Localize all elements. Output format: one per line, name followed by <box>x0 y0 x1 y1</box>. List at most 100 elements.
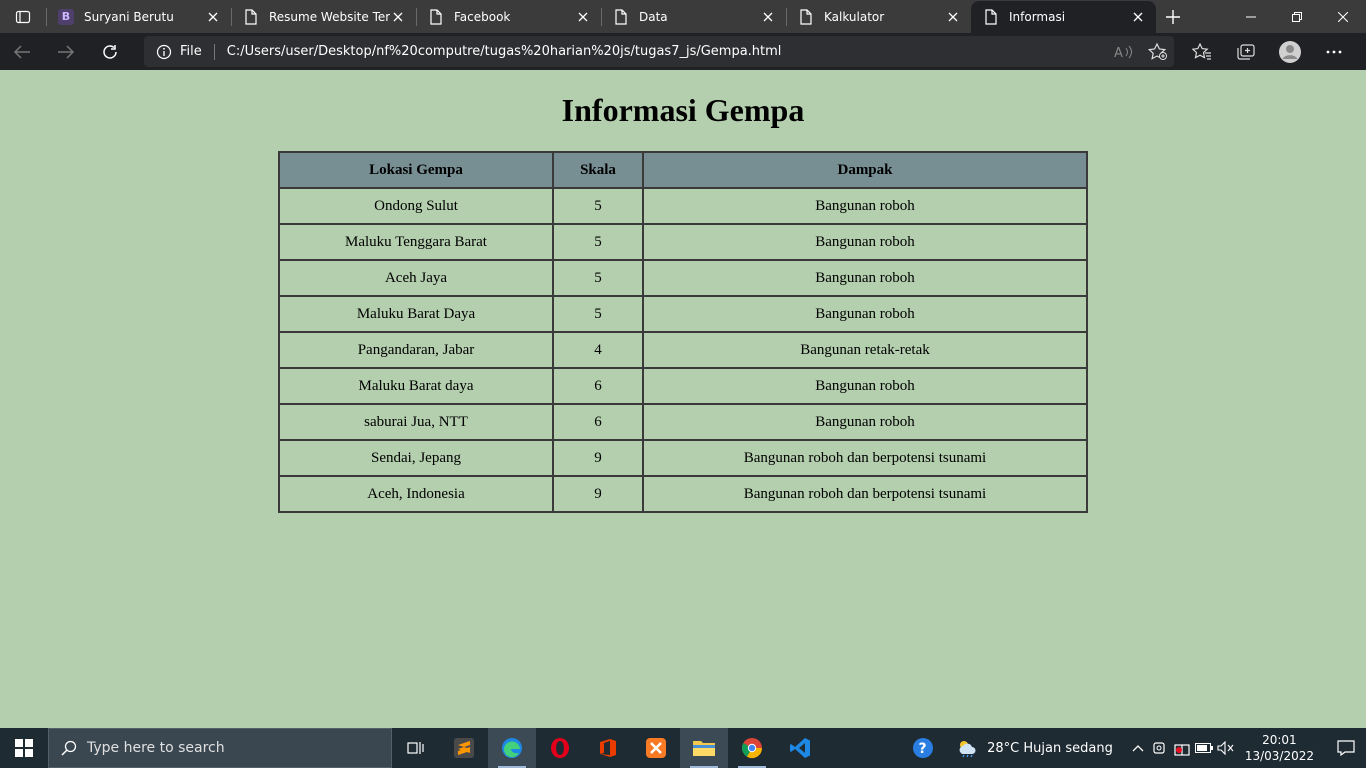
avatar-icon <box>1279 40 1301 63</box>
cell-dampak: Bangunan roboh <box>642 403 1088 441</box>
tray-camera-button[interactable] <box>1149 728 1171 768</box>
tab-separator <box>416 8 417 26</box>
minimize-button[interactable] <box>1228 0 1274 33</box>
search-placeholder: Type here to search <box>87 740 225 756</box>
cell-dampak: Bangunan roboh dan berpotensi tsunami <box>642 475 1088 513</box>
table-row: Pangandaran, Jabar 4 Bangunan retak-reta… <box>278 331 1088 369</box>
plus-icon <box>1166 9 1180 24</box>
table-row: Maluku Barat Daya 5 Bangunan roboh <box>278 295 1088 333</box>
tab-kalkulator[interactable]: Kalkulator <box>786 0 971 33</box>
notification-icon <box>1337 740 1355 756</box>
restore-button[interactable] <box>1274 0 1320 33</box>
tab-title: Suryani Berutu <box>84 9 174 24</box>
cell-skala: 5 <box>552 295 644 333</box>
help-button[interactable]: ? <box>903 728 943 768</box>
tab-informasi[interactable]: Informasi <box>971 1 1156 33</box>
tab-suryani-berutu[interactable]: B Suryani Berutu <box>46 0 231 33</box>
cell-skala: 5 <box>552 259 644 297</box>
info-icon[interactable] <box>156 44 172 60</box>
page-icon <box>798 8 814 25</box>
cell-skala: 9 <box>552 475 644 513</box>
meet-now-icon <box>1153 742 1165 754</box>
taskbar-office[interactable] <box>584 728 632 768</box>
table-row: Maluku Tenggara Barat 5 Bangunan roboh <box>278 223 1088 261</box>
address-bar[interactable]: File C:/Users/user/Desktop/nf%20computre… <box>144 36 1174 67</box>
header-dampak: Dampak <box>642 151 1088 189</box>
new-tab-button[interactable] <box>1156 0 1190 33</box>
add-favorite-icon[interactable] <box>1148 42 1168 61</box>
start-button[interactable] <box>0 728 48 768</box>
help-icon: ? <box>913 738 934 758</box>
scheme-label: File <box>180 44 202 59</box>
office-icon <box>600 739 616 757</box>
page-content: Informasi Gempa Lokasi Gempa Skala Dampa… <box>0 70 1366 728</box>
header-skala: Skala <box>552 151 644 189</box>
system-tray: ? 28°C Hujan sedang 20:01 13/03/2022 <box>903 728 1366 768</box>
task-view-button[interactable] <box>392 728 440 768</box>
cell-dampak: Bangunan roboh dan berpotensi tsunami <box>642 439 1088 477</box>
weather-text: 28°C Hujan sedang <box>987 740 1113 756</box>
page-icon <box>243 8 259 25</box>
url-text[interactable]: C:/Users/user/Desktop/nf%20computre/tuga… <box>227 44 782 59</box>
table-row: saburai Jua, NTT 6 Bangunan roboh <box>278 403 1088 441</box>
vscode-icon <box>790 738 810 758</box>
taskbar-edge[interactable] <box>488 728 536 768</box>
arrow-right-icon <box>58 44 75 59</box>
cell-dampak: Bangunan roboh <box>642 187 1088 225</box>
forward-button[interactable] <box>44 33 88 70</box>
taskbar-opera[interactable] <box>536 728 584 768</box>
tab-facebook[interactable]: Facebook <box>416 0 601 33</box>
tab-data[interactable]: Data <box>601 0 786 33</box>
taskbar-sublime[interactable] <box>440 728 488 768</box>
tab-separator <box>46 8 47 26</box>
refresh-button[interactable] <box>88 33 132 70</box>
close-icon[interactable] <box>945 9 961 25</box>
close-icon <box>1338 11 1348 22</box>
close-icon[interactable] <box>760 9 776 25</box>
cell-skala: 5 <box>552 223 644 261</box>
close-window-button[interactable] <box>1320 0 1366 33</box>
taskbar-chrome[interactable] <box>728 728 776 768</box>
svg-text:?: ? <box>919 741 927 757</box>
battery-button[interactable] <box>1193 728 1215 768</box>
earthquake-table: Lokasi Gempa Skala Dampak Ondong Sulut 5… <box>278 151 1088 513</box>
close-icon[interactable] <box>1130 9 1146 25</box>
close-icon[interactable] <box>205 9 221 25</box>
weather-widget[interactable]: 28°C Hujan sedang <box>955 738 1113 758</box>
cell-lokasi: Aceh, Indonesia <box>278 475 554 513</box>
tab-resume-website[interactable]: Resume Website Temp <box>231 0 416 33</box>
taskbar-search-box[interactable]: Type here to search <box>48 728 392 768</box>
tab-separator <box>786 8 787 26</box>
xampp-icon <box>646 738 666 758</box>
back-button[interactable] <box>0 33 44 70</box>
cell-dampak: Bangunan roboh <box>642 295 1088 333</box>
task-view-icon <box>407 742 424 754</box>
collections-button[interactable] <box>1224 33 1268 70</box>
taskbar-vscode[interactable] <box>776 728 824 768</box>
profile-button[interactable] <box>1268 33 1312 70</box>
page-icon <box>428 8 444 25</box>
cell-dampak: Bangunan roboh <box>642 223 1088 261</box>
tab-actions-button[interactable] <box>0 0 46 33</box>
address-bar-actions: A <box>1114 36 1168 67</box>
restore-icon <box>1292 11 1302 22</box>
table-row: Aceh, Indonesia 9 Bangunan roboh dan ber… <box>278 475 1088 513</box>
volume-button[interactable] <box>1215 728 1237 768</box>
close-icon[interactable] <box>575 9 591 25</box>
opera-icon <box>551 738 569 758</box>
read-aloud-icon[interactable]: A <box>1114 44 1134 60</box>
taskbar-clock[interactable]: 20:01 13/03/2022 <box>1245 732 1314 764</box>
show-hidden-icons-button[interactable] <box>1127 728 1149 768</box>
taskbar-xampp[interactable] <box>632 728 680 768</box>
page-icon <box>983 9 999 25</box>
notification-center-button[interactable] <box>1326 728 1366 768</box>
browser-toolbar: File C:/Users/user/Desktop/nf%20computre… <box>0 33 1366 70</box>
battery-icon <box>1194 743 1213 753</box>
taskbar-file-explorer[interactable] <box>680 728 728 768</box>
tray-app-button[interactable] <box>1171 728 1193 768</box>
clock-time: 20:01 <box>1262 733 1297 747</box>
favorites-button[interactable] <box>1180 33 1224 70</box>
more-menu-button[interactable] <box>1312 33 1356 70</box>
close-icon[interactable] <box>390 9 406 25</box>
gift-icon <box>1174 744 1190 756</box>
